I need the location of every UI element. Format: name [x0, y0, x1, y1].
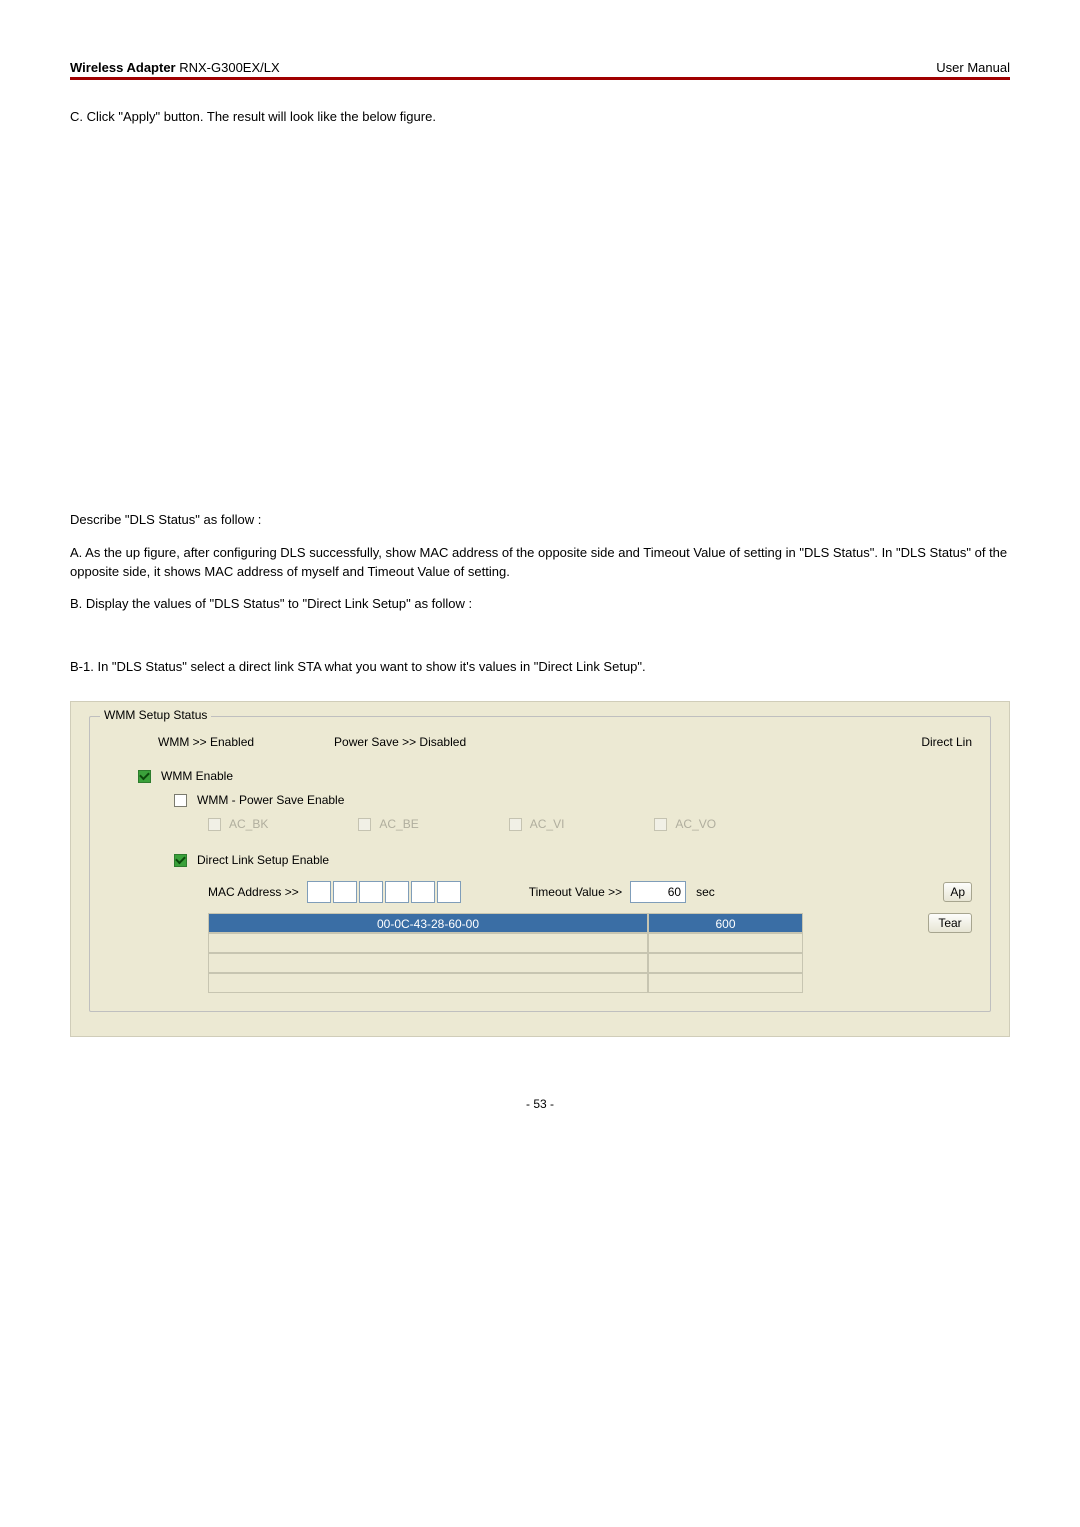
tear-down-button[interactable]: Tear [928, 913, 972, 933]
ac-be-label: AC_BE [379, 817, 418, 831]
ac-bk-checkbox [208, 818, 221, 831]
table-row-empty[interactable] [208, 953, 648, 973]
page-number: - 53 - [70, 1097, 1010, 1111]
dls-enable-checkbox[interactable] [174, 854, 187, 867]
product-model: RNX-G300EX/LX [176, 60, 280, 75]
mac-octet-4[interactable] [385, 881, 409, 903]
ac-be-checkbox [358, 818, 371, 831]
product-title: Wireless Adapter RNX-G300EX/LX [70, 60, 280, 75]
status-directlink: Direct Lin [921, 735, 972, 749]
dls-status-table: 00-0C-43-28-60-00 600 [208, 913, 803, 993]
timeout-input[interactable]: 60 [630, 881, 686, 903]
mac-input-group [307, 881, 461, 903]
dls-enable-row: Direct Link Setup Enable [174, 853, 972, 867]
mac-label: MAC Address >> [208, 885, 299, 899]
mac-octet-3[interactable] [359, 881, 383, 903]
table-row-empty[interactable] [648, 973, 803, 993]
doc-type: User Manual [936, 60, 1010, 75]
apply-button[interactable]: Ap [943, 882, 972, 902]
wmm-enable-checkbox[interactable] [138, 770, 151, 783]
step-c-text: C. Click "Apply" button. The result will… [70, 108, 1010, 127]
status-powersave: Power Save >> Disabled [334, 735, 466, 749]
table-row-mac[interactable]: 00-0C-43-28-60-00 [208, 913, 648, 933]
status-wmm: WMM >> Enabled [158, 735, 254, 749]
ac-row: AC_BK AC_BE AC_VI AC_VO [208, 817, 972, 831]
figure-placeholder [70, 141, 1010, 511]
sec-label: sec [696, 885, 715, 899]
table-row-empty[interactable] [648, 953, 803, 973]
page-header: Wireless Adapter RNX-G300EX/LX User Manu… [70, 60, 1010, 80]
wmm-enable-label: WMM Enable [161, 769, 233, 783]
table-row-empty[interactable] [208, 973, 648, 993]
point-b-text: B. Display the values of "DLS Status" to… [70, 595, 1010, 614]
point-a-text: A. As the up figure, after configuring D… [70, 544, 1010, 582]
wmm-groupbox: WMM Setup Status WMM >> Enabled Power Sa… [89, 716, 991, 1012]
ps-enable-checkbox[interactable] [174, 794, 187, 807]
ac-bk-label: AC_BK [229, 817, 268, 831]
ps-enable-row: WMM - Power Save Enable [174, 793, 972, 807]
product-bold: Wireless Adapter [70, 60, 176, 75]
table-row-timeout[interactable]: 600 [648, 913, 803, 933]
table-row-empty[interactable] [208, 933, 648, 953]
describe-heading: Describe "DLS Status" as follow : [70, 511, 1010, 530]
ac-vo-checkbox [654, 818, 667, 831]
mac-octet-1[interactable] [307, 881, 331, 903]
mac-octet-2[interactable] [333, 881, 357, 903]
ac-vi-checkbox [509, 818, 522, 831]
mac-row: MAC Address >> Timeout Value >> 60 sec A… [208, 881, 972, 903]
table-row-empty[interactable] [648, 933, 803, 953]
wmm-enable-row: WMM Enable [138, 769, 972, 783]
ac-vi-label: AC_VI [530, 817, 565, 831]
ac-vo-label: AC_VO [675, 817, 716, 831]
status-line: WMM >> Enabled Power Save >> Disabled Di… [158, 735, 972, 749]
timeout-label: Timeout Value >> [529, 885, 622, 899]
mac-octet-6[interactable] [437, 881, 461, 903]
dls-enable-label: Direct Link Setup Enable [197, 853, 329, 867]
point-b1-text: B-1. In "DLS Status" select a direct lin… [70, 658, 1010, 677]
wmm-panel: WMM Setup Status WMM >> Enabled Power Sa… [70, 701, 1010, 1037]
ps-enable-label: WMM - Power Save Enable [197, 793, 344, 807]
mac-octet-5[interactable] [411, 881, 435, 903]
groupbox-title: WMM Setup Status [100, 708, 211, 722]
